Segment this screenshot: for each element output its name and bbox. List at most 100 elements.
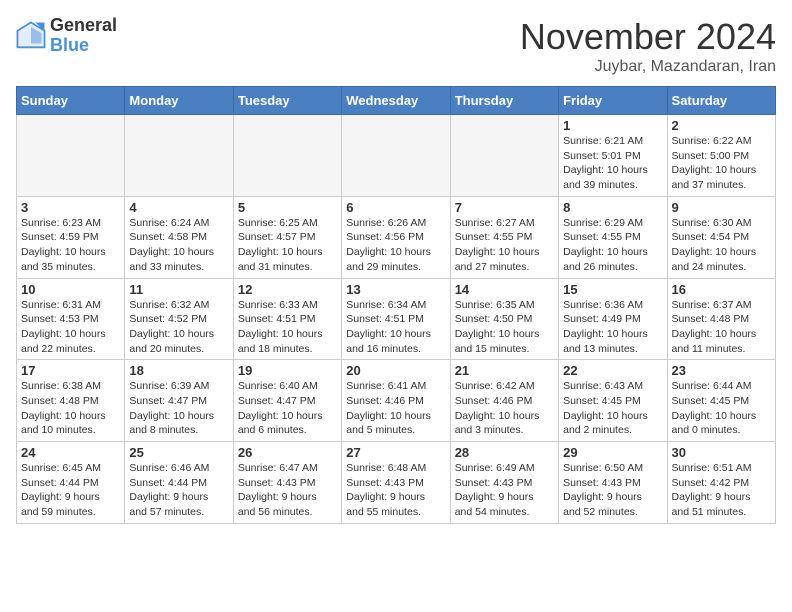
calendar-cell <box>17 115 125 197</box>
day-number: 4 <box>129 200 228 215</box>
day-info: Sunrise: 6:51 AM Sunset: 4:42 PM Dayligh… <box>672 461 771 520</box>
day-info: Sunrise: 6:21 AM Sunset: 5:01 PM Dayligh… <box>563 134 662 193</box>
calendar-cell: 23Sunrise: 6:44 AM Sunset: 4:45 PM Dayli… <box>667 360 775 442</box>
day-number: 6 <box>346 200 445 215</box>
day-info: Sunrise: 6:24 AM Sunset: 4:58 PM Dayligh… <box>129 216 228 275</box>
day-number: 3 <box>21 200 120 215</box>
calendar-cell: 19Sunrise: 6:40 AM Sunset: 4:47 PM Dayli… <box>233 360 341 442</box>
day-number: 27 <box>346 445 445 460</box>
calendar-cell: 28Sunrise: 6:49 AM Sunset: 4:43 PM Dayli… <box>450 442 558 524</box>
calendar-cell: 27Sunrise: 6:48 AM Sunset: 4:43 PM Dayli… <box>342 442 450 524</box>
day-info: Sunrise: 6:29 AM Sunset: 4:55 PM Dayligh… <box>563 216 662 275</box>
title-area: November 2024 Juybar, Mazandaran, Iran <box>520 16 776 76</box>
day-number: 21 <box>455 363 554 378</box>
weekday-header-thursday: Thursday <box>450 87 558 115</box>
calendar-cell: 8Sunrise: 6:29 AM Sunset: 4:55 PM Daylig… <box>559 196 667 278</box>
day-info: Sunrise: 6:31 AM Sunset: 4:53 PM Dayligh… <box>21 298 120 357</box>
day-info: Sunrise: 6:50 AM Sunset: 4:43 PM Dayligh… <box>563 461 662 520</box>
day-info: Sunrise: 6:46 AM Sunset: 4:44 PM Dayligh… <box>129 461 228 520</box>
weekday-header-friday: Friday <box>559 87 667 115</box>
weekday-header-row: SundayMondayTuesdayWednesdayThursdayFrid… <box>17 87 776 115</box>
page-header: General Blue November 2024 Juybar, Mazan… <box>16 16 776 76</box>
location-title: Juybar, Mazandaran, Iran <box>520 58 776 76</box>
weekday-header-saturday: Saturday <box>667 87 775 115</box>
day-number: 9 <box>672 200 771 215</box>
calendar-cell: 7Sunrise: 6:27 AM Sunset: 4:55 PM Daylig… <box>450 196 558 278</box>
calendar-cell <box>125 115 233 197</box>
day-number: 1 <box>563 118 662 133</box>
calendar-cell: 13Sunrise: 6:34 AM Sunset: 4:51 PM Dayli… <box>342 278 450 360</box>
calendar-cell: 30Sunrise: 6:51 AM Sunset: 4:42 PM Dayli… <box>667 442 775 524</box>
day-info: Sunrise: 6:42 AM Sunset: 4:46 PM Dayligh… <box>455 379 554 438</box>
calendar-cell: 9Sunrise: 6:30 AM Sunset: 4:54 PM Daylig… <box>667 196 775 278</box>
day-number: 13 <box>346 282 445 297</box>
calendar-cell <box>450 115 558 197</box>
calendar-cell: 24Sunrise: 6:45 AM Sunset: 4:44 PM Dayli… <box>17 442 125 524</box>
calendar-cell: 1Sunrise: 6:21 AM Sunset: 5:01 PM Daylig… <box>559 115 667 197</box>
calendar-cell: 25Sunrise: 6:46 AM Sunset: 4:44 PM Dayli… <box>125 442 233 524</box>
logo-icon <box>16 21 46 51</box>
day-info: Sunrise: 6:37 AM Sunset: 4:48 PM Dayligh… <box>672 298 771 357</box>
logo-blue: Blue <box>50 36 117 56</box>
day-number: 30 <box>672 445 771 460</box>
day-number: 29 <box>563 445 662 460</box>
week-row-2: 3Sunrise: 6:23 AM Sunset: 4:59 PM Daylig… <box>17 196 776 278</box>
calendar-cell: 5Sunrise: 6:25 AM Sunset: 4:57 PM Daylig… <box>233 196 341 278</box>
day-number: 19 <box>238 363 337 378</box>
day-number: 10 <box>21 282 120 297</box>
day-info: Sunrise: 6:30 AM Sunset: 4:54 PM Dayligh… <box>672 216 771 275</box>
day-info: Sunrise: 6:39 AM Sunset: 4:47 PM Dayligh… <box>129 379 228 438</box>
day-number: 15 <box>563 282 662 297</box>
month-title: November 2024 <box>520 16 776 58</box>
calendar-cell: 12Sunrise: 6:33 AM Sunset: 4:51 PM Dayli… <box>233 278 341 360</box>
day-info: Sunrise: 6:35 AM Sunset: 4:50 PM Dayligh… <box>455 298 554 357</box>
week-row-5: 24Sunrise: 6:45 AM Sunset: 4:44 PM Dayli… <box>17 442 776 524</box>
calendar-cell: 20Sunrise: 6:41 AM Sunset: 4:46 PM Dayli… <box>342 360 450 442</box>
calendar-cell: 4Sunrise: 6:24 AM Sunset: 4:58 PM Daylig… <box>125 196 233 278</box>
day-number: 11 <box>129 282 228 297</box>
weekday-header-wednesday: Wednesday <box>342 87 450 115</box>
logo-general: General <box>50 16 117 36</box>
day-info: Sunrise: 6:22 AM Sunset: 5:00 PM Dayligh… <box>672 134 771 193</box>
day-info: Sunrise: 6:47 AM Sunset: 4:43 PM Dayligh… <box>238 461 337 520</box>
day-info: Sunrise: 6:25 AM Sunset: 4:57 PM Dayligh… <box>238 216 337 275</box>
day-info: Sunrise: 6:23 AM Sunset: 4:59 PM Dayligh… <box>21 216 120 275</box>
calendar-cell: 14Sunrise: 6:35 AM Sunset: 4:50 PM Dayli… <box>450 278 558 360</box>
calendar-cell: 15Sunrise: 6:36 AM Sunset: 4:49 PM Dayli… <box>559 278 667 360</box>
day-info: Sunrise: 6:27 AM Sunset: 4:55 PM Dayligh… <box>455 216 554 275</box>
day-number: 26 <box>238 445 337 460</box>
calendar-cell: 16Sunrise: 6:37 AM Sunset: 4:48 PM Dayli… <box>667 278 775 360</box>
day-number: 2 <box>672 118 771 133</box>
week-row-3: 10Sunrise: 6:31 AM Sunset: 4:53 PM Dayli… <box>17 278 776 360</box>
weekday-header-tuesday: Tuesday <box>233 87 341 115</box>
day-number: 23 <box>672 363 771 378</box>
day-info: Sunrise: 6:26 AM Sunset: 4:56 PM Dayligh… <box>346 216 445 275</box>
day-info: Sunrise: 6:49 AM Sunset: 4:43 PM Dayligh… <box>455 461 554 520</box>
day-number: 5 <box>238 200 337 215</box>
calendar-cell <box>233 115 341 197</box>
day-number: 20 <box>346 363 445 378</box>
day-number: 22 <box>563 363 662 378</box>
weekday-header-sunday: Sunday <box>17 87 125 115</box>
calendar-cell: 22Sunrise: 6:43 AM Sunset: 4:45 PM Dayli… <box>559 360 667 442</box>
day-info: Sunrise: 6:48 AM Sunset: 4:43 PM Dayligh… <box>346 461 445 520</box>
calendar-cell: 2Sunrise: 6:22 AM Sunset: 5:00 PM Daylig… <box>667 115 775 197</box>
day-info: Sunrise: 6:33 AM Sunset: 4:51 PM Dayligh… <box>238 298 337 357</box>
day-info: Sunrise: 6:38 AM Sunset: 4:48 PM Dayligh… <box>21 379 120 438</box>
day-number: 7 <box>455 200 554 215</box>
calendar-cell: 17Sunrise: 6:38 AM Sunset: 4:48 PM Dayli… <box>17 360 125 442</box>
day-number: 24 <box>21 445 120 460</box>
day-number: 12 <box>238 282 337 297</box>
week-row-4: 17Sunrise: 6:38 AM Sunset: 4:48 PM Dayli… <box>17 360 776 442</box>
calendar-cell: 10Sunrise: 6:31 AM Sunset: 4:53 PM Dayli… <box>17 278 125 360</box>
calendar-table: SundayMondayTuesdayWednesdayThursdayFrid… <box>16 86 776 524</box>
day-info: Sunrise: 6:45 AM Sunset: 4:44 PM Dayligh… <box>21 461 120 520</box>
day-number: 28 <box>455 445 554 460</box>
day-number: 8 <box>563 200 662 215</box>
calendar-cell <box>342 115 450 197</box>
day-info: Sunrise: 6:41 AM Sunset: 4:46 PM Dayligh… <box>346 379 445 438</box>
calendar-cell: 6Sunrise: 6:26 AM Sunset: 4:56 PM Daylig… <box>342 196 450 278</box>
logo-text: General Blue <box>50 16 117 56</box>
day-info: Sunrise: 6:43 AM Sunset: 4:45 PM Dayligh… <box>563 379 662 438</box>
calendar-cell: 29Sunrise: 6:50 AM Sunset: 4:43 PM Dayli… <box>559 442 667 524</box>
